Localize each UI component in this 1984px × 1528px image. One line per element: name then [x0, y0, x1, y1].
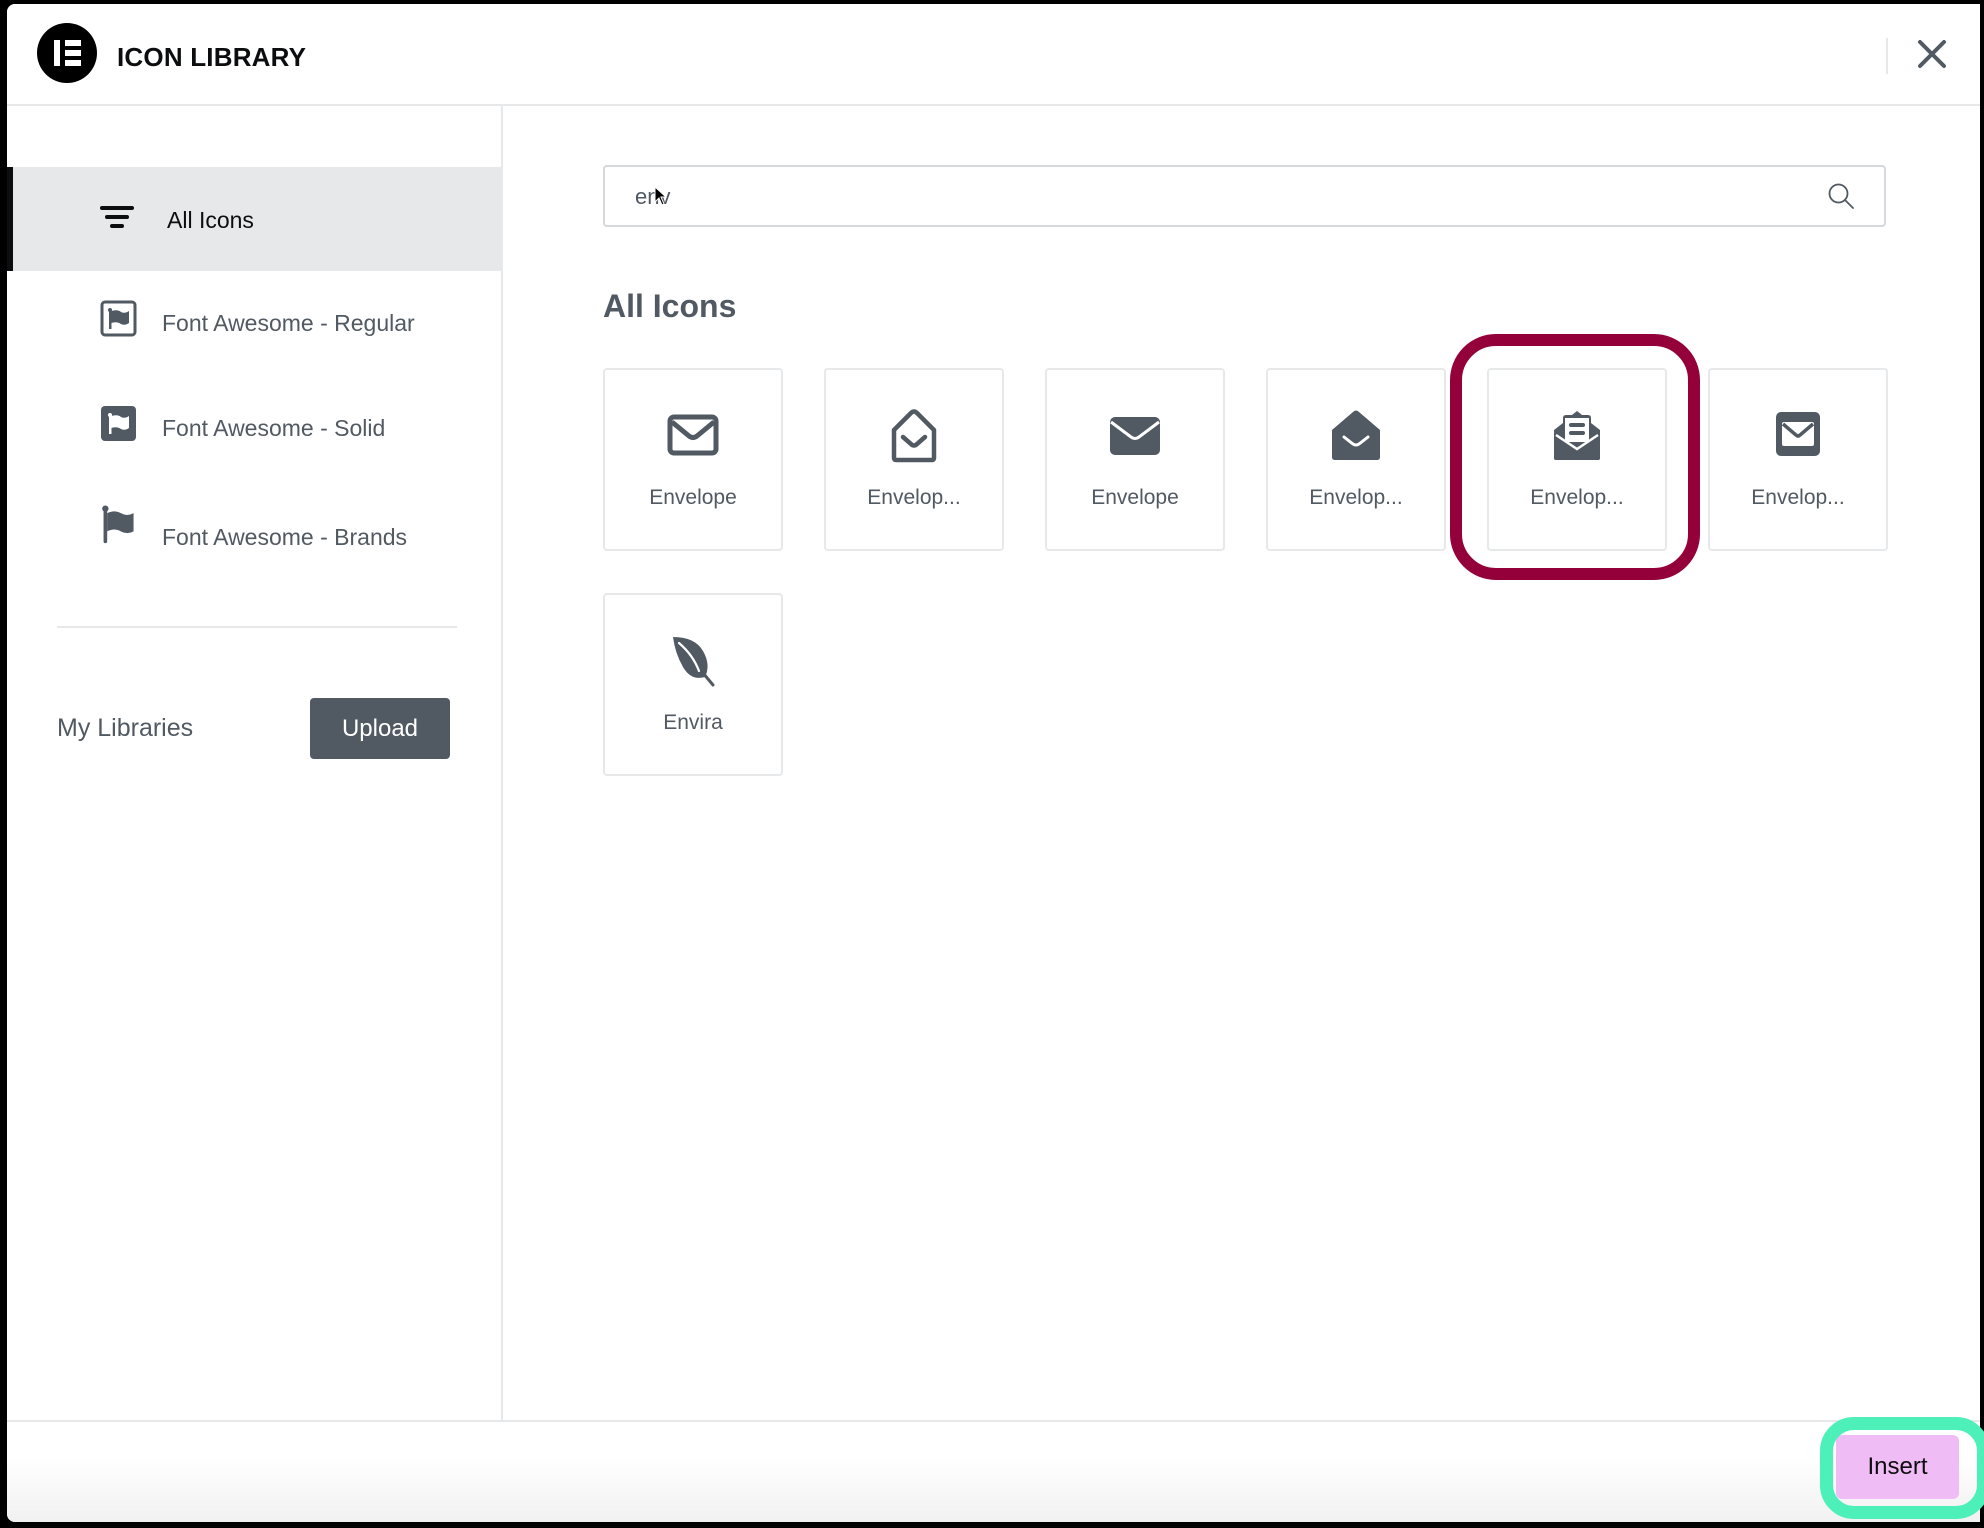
envelope-solid-icon [1110, 417, 1160, 455]
envelope-square-icon [1776, 412, 1820, 456]
sidebar-item-label: All Icons [167, 207, 254, 233]
section-title: All Icons [603, 288, 737, 324]
sidebar-item-label: Font Awesome - Regular [162, 310, 415, 336]
sidebar-item-fa-regular[interactable]: Font Awesome - Regular [7, 271, 501, 375]
sidebar-item-fa-solid[interactable]: Font Awesome - Solid [7, 376, 501, 480]
icon-card-envira[interactable]: Envira [603, 593, 783, 776]
icon-card-envelope-open[interactable]: Envelop... [824, 368, 1004, 551]
envelope-open-solid-icon [1332, 410, 1380, 460]
dialog-title: ICON LIBRARY [117, 42, 307, 72]
icon-card-label: Envelop... [1309, 486, 1403, 509]
search-icon[interactable] [1826, 181, 1856, 211]
flag-solid-square-icon [101, 406, 136, 441]
sidebar-item-label: Font Awesome - Brands [162, 524, 408, 550]
envelope-open-regular-icon [891, 409, 937, 463]
elementor-logo-icon [37, 23, 97, 83]
icon-card-label: Envelope [649, 486, 737, 509]
envira-leaf-icon [673, 637, 715, 687]
insert-button[interactable]: Insert [1836, 1435, 1959, 1499]
search-input[interactable] [633, 167, 1817, 227]
filter-lines-icon [100, 206, 134, 228]
dialog-header: ICON LIBRARY [7, 4, 1980, 106]
icon-card-envelope-solid[interactable]: Envelope [1045, 368, 1225, 551]
sidebar-divider [57, 626, 457, 628]
dialog-footer [7, 1420, 1980, 1522]
sidebar: All Icons Font Awesome - Regular Font Aw… [7, 106, 503, 1420]
header-divider [1886, 38, 1888, 74]
my-libraries-label: My Libraries [57, 714, 194, 742]
icon-card-label: Envelop... [1530, 486, 1624, 509]
sidebar-item-all-icons[interactable]: All Icons [7, 167, 501, 271]
envelope-regular-icon [667, 414, 719, 456]
close-button[interactable] [1914, 36, 1950, 72]
icon-library-dialog: ICON LIBRARY All Icons Font Awesome - Re… [7, 4, 1980, 1522]
icon-card-envelope-open-solid[interactable]: Envelop... [1266, 368, 1446, 551]
envelope-open-text-icon [1554, 411, 1600, 460]
upload-button[interactable]: Upload [310, 698, 450, 759]
close-icon [1918, 40, 1946, 68]
flag-outline-square-icon [100, 300, 137, 337]
icon-card-envelope[interactable]: Envelope [603, 368, 783, 551]
icon-card-label: Envelop... [1751, 486, 1845, 509]
sidebar-item-label: Font Awesome - Solid [162, 415, 386, 441]
search-box [603, 165, 1886, 227]
icon-card-label: Envira [663, 711, 723, 734]
icon-card-envelope-square[interactable]: Envelop... [1708, 368, 1888, 551]
flag-icon [102, 505, 134, 544]
icon-card-envelope-open-text[interactable]: Envelop... [1487, 368, 1667, 551]
sidebar-item-fa-brands[interactable]: Font Awesome - Brands [7, 481, 501, 585]
icon-card-label: Envelop... [867, 486, 961, 509]
icon-card-label: Envelope [1091, 486, 1179, 509]
